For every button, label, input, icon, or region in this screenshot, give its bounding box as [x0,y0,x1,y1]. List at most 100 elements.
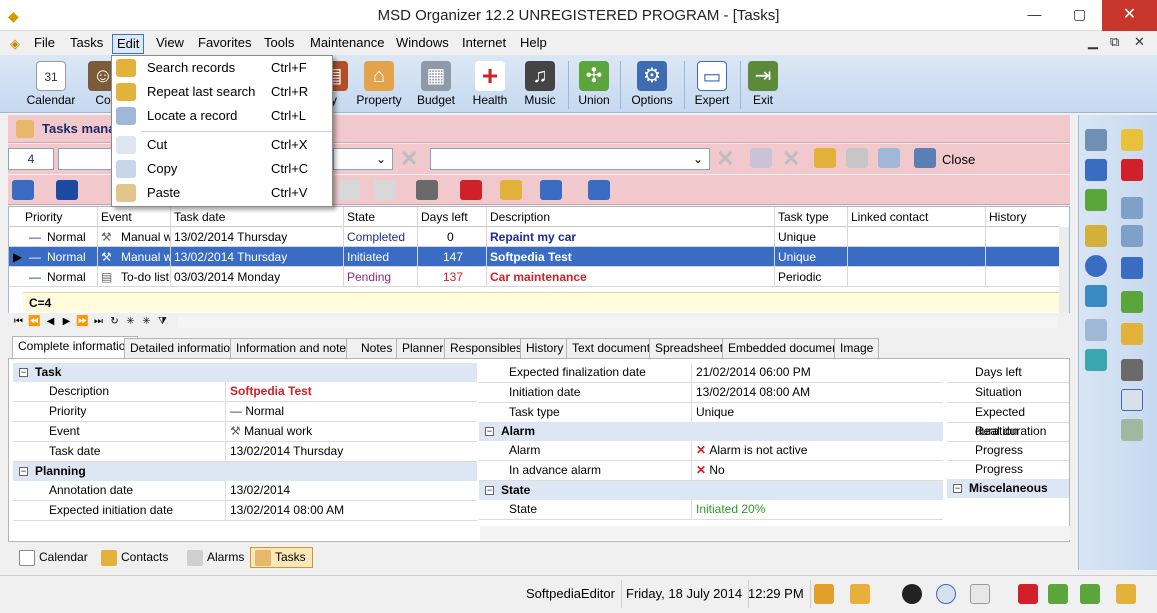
col-event[interactable]: Event [101,210,132,224]
section-planning[interactable]: − Planning [13,462,477,481]
mdi-minimize-button[interactable]: ▁ [1088,34,1098,50]
tab-planner[interactable]: Planner [396,338,450,358]
tab-detailed-information[interactable]: Detailed information [124,338,243,358]
table-row[interactable]: — Normal ⚒ Manual w 13/02/2014 Thursday … [9,227,1059,247]
nav-last-icon[interactable]: ⏭ [92,315,105,329]
close-button[interactable]: ✕ [1102,0,1157,31]
email-icon[interactable] [970,584,990,604]
nav-prev-page-icon[interactable]: ⏪ [28,315,41,329]
toolbar-calendar[interactable]: 31 Calendar [22,59,80,111]
globe-icon[interactable] [1121,291,1143,313]
nav-next-icon[interactable]: ▶ [60,315,73,329]
spellcheck-icon[interactable] [1121,159,1143,181]
nav-prev-icon[interactable]: ◀ [44,315,57,329]
col-days-left[interactable]: Days left [421,210,468,224]
tab-image[interactable]: Image [834,338,880,358]
list-view-icon[interactable] [12,180,34,200]
google-icon[interactable] [1121,257,1143,279]
image-icon[interactable] [1085,189,1107,211]
no-sync-icon[interactable] [1018,584,1038,604]
nav-filter-icon[interactable]: ⧩ [156,315,169,329]
mdi-restore-button[interactable]: ⧉ [1110,34,1119,50]
nav-insert-icon[interactable]: ✳ [124,315,137,329]
sync-up-icon[interactable] [1080,584,1100,604]
maximize-button[interactable]: ▢ [1057,0,1102,31]
toolbar-health[interactable]: + Health [468,59,512,111]
alarm-bell-icon[interactable] [850,584,870,604]
nav-refresh-icon[interactable]: ↻ [108,315,121,329]
nav-first-icon[interactable]: ⏮ [12,315,25,329]
close-module-icon[interactable] [914,148,936,168]
clear-filter-3-icon[interactable]: ✕ [782,148,800,170]
col-priority[interactable]: Priority [25,210,62,224]
section-miscelaneous[interactable]: − Miscelaneous [947,479,1069,498]
calculator-icon[interactable] [1085,285,1107,307]
menu-internet[interactable]: Internet [458,34,510,54]
bottom-tab-tasks[interactable]: Tasks [250,547,313,568]
table-row[interactable]: — Normal ▤ To-do list 03/03/2014 Monday … [9,267,1059,287]
section-alarm[interactable]: − Alarm [479,422,943,441]
phone-icon[interactable] [1085,319,1107,341]
copy-records-icon[interactable] [416,180,438,200]
menu-favorites[interactable]: Favorites [194,34,255,54]
toolbar-union[interactable]: ✣ Union [572,59,616,111]
menu-locate-record[interactable]: Locate a record Ctrl+L [112,104,332,128]
menu-search-records[interactable]: Search records Ctrl+F [112,56,332,80]
detail-hscrollbar[interactable] [480,526,1070,540]
tab-spreadsheet[interactable]: Spreadsheet [649,338,730,358]
menu-paste[interactable]: Paste Ctrl+V [112,181,332,205]
grid-icon[interactable] [374,180,396,200]
tab-notes[interactable]: Notes [346,338,399,358]
sync-icon[interactable] [588,180,610,200]
nav-cancel-icon[interactable]: ✳ [140,315,153,329]
menu-repeat-last-search[interactable]: Repeat last search Ctrl+R [112,80,332,104]
col-task-type[interactable]: Task type [778,210,829,224]
filter-tools-icon[interactable] [750,148,772,168]
tools-icon[interactable] [1085,129,1107,151]
bottom-tab-contacts[interactable]: Contacts [96,547,175,568]
notes-icon[interactable] [1085,349,1107,371]
repeat-search-icon[interactable] [846,148,868,168]
col-history[interactable]: History [989,210,1026,224]
toolbar-exit[interactable]: ⇥ Exit [746,59,780,111]
section-state[interactable]: − State [479,481,943,500]
card-icon[interactable] [1121,419,1143,441]
sync-down-icon[interactable] [1048,584,1068,604]
filter-combo-1[interactable]: ⌄ [333,148,393,170]
toolbar-options[interactable]: ⚙ Options [626,59,678,111]
export-icon[interactable] [540,180,562,200]
copy-icon[interactable] [1121,359,1143,381]
menu-windows[interactable]: Windows [392,34,453,54]
clear-filter-2-icon[interactable]: ✕ [716,148,734,170]
tab-information-and-notes[interactable]: Information and notes [230,338,359,358]
minimize-button[interactable]: — [1012,0,1057,31]
spreadsheet-icon[interactable] [1085,159,1107,181]
windows-icon[interactable] [1121,225,1143,247]
bottom-tab-calendar[interactable]: Calendar [14,547,95,568]
moon-phase-icon[interactable] [902,584,922,604]
lock-icon[interactable] [814,584,834,604]
section-task[interactable]: − Task [13,363,477,382]
nav-next-page-icon[interactable]: ⏩ [76,315,89,329]
locate-magnifier-icon[interactable] [878,148,900,168]
filter-combo-2[interactable]: ⌄ [430,148,710,170]
tab-complete-information[interactable]: Complete information [12,336,139,359]
filter-field-input[interactable] [58,148,112,170]
close-module-label[interactable]: Close [942,152,975,167]
toolbar-property[interactable]: ⌂ Property [352,59,406,111]
menu-tasks[interactable]: Tasks [66,34,107,54]
col-task-date[interactable]: Task date [174,210,225,224]
toolbar-music[interactable]: ♫ Music [518,59,562,111]
clear-filter-1-icon[interactable]: ✕ [400,148,418,170]
tab-text-document[interactable]: Text document [566,338,657,358]
search-binoculars-icon[interactable] [814,148,836,168]
toolbar-expert[interactable]: ▭ Expert [690,59,734,111]
col-state[interactable]: State [347,210,375,224]
menu-tools[interactable]: Tools [260,34,298,54]
clock-icon[interactable] [936,584,956,604]
briefcase-icon[interactable] [1121,323,1143,345]
grid-hscrollbar[interactable] [178,316,1058,328]
grid-vscrollbar[interactable] [1059,227,1069,313]
menu-file[interactable]: File [30,34,59,54]
pda-icon[interactable] [1085,225,1107,247]
